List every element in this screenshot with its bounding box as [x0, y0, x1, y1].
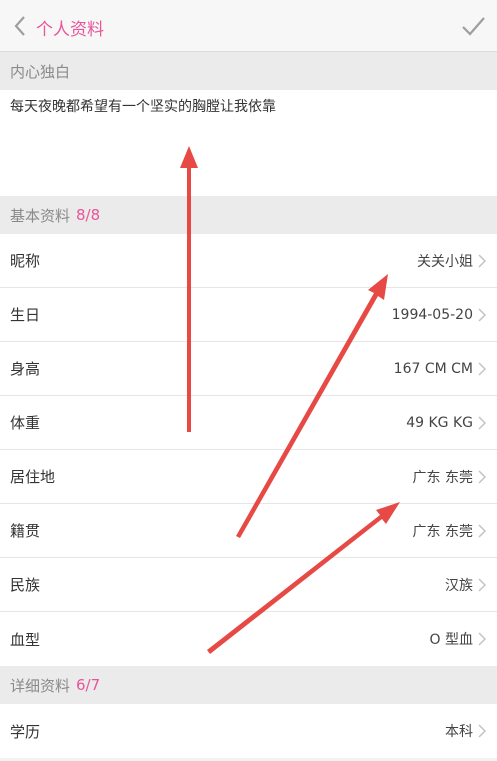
section-count: 8/8	[76, 206, 101, 224]
row-value: 49 KG KG	[406, 414, 473, 431]
row-hometown[interactable]: 籍贯 广东 东莞	[0, 504, 497, 558]
row-label: 生日	[10, 306, 41, 324]
chevron-right-icon	[478, 415, 487, 430]
intro-text-field[interactable]: 每天夜晚都希望有一个坚实的胸膛让我依靠	[0, 90, 497, 196]
row-value: 广东 东莞	[412, 523, 473, 540]
basic-info-list: 昵称 关关小姐 生日 1994-05-20 身高 167 CM CM 体重 49…	[0, 234, 497, 666]
chevron-right-icon	[478, 253, 487, 268]
row-value: O 型血	[429, 632, 473, 648]
row-label: 血型	[10, 630, 41, 649]
row-label: 体重	[10, 414, 41, 432]
row-birthday[interactable]: 生日 1994-05-20	[0, 288, 497, 342]
checkmark-icon[interactable]	[459, 12, 487, 40]
row-height[interactable]: 身高 167 CM CM	[0, 342, 497, 396]
row-label: 居住地	[10, 468, 56, 486]
chevron-right-icon	[478, 307, 487, 322]
section-count: 6/7	[76, 676, 101, 694]
detail-info-list: 学历 本科	[0, 704, 497, 758]
row-blood-type[interactable]: 血型 O 型血	[0, 612, 497, 666]
chevron-left-icon	[14, 16, 25, 36]
back-button[interactable]	[8, 10, 32, 42]
top-bar: 个人资料	[0, 0, 497, 52]
chevron-right-icon	[478, 361, 487, 376]
row-label: 身高	[10, 360, 41, 378]
row-nickname[interactable]: 昵称 关关小姐	[0, 234, 497, 288]
section-title: 基本资料	[10, 206, 71, 225]
row-residence[interactable]: 居住地 广东 东莞	[0, 450, 497, 504]
section-header-detail: 详细资料 6/7	[0, 666, 497, 704]
chevron-right-icon	[478, 632, 487, 646]
row-value: 1994-05-20	[391, 306, 473, 323]
row-value: 167 CM CM	[393, 360, 473, 377]
row-label: 籍贯	[10, 522, 41, 540]
intro-text: 每天夜晚都希望有一个坚实的胸膛让我依靠	[10, 99, 276, 115]
row-ethnicity[interactable]: 民族 汉族	[0, 558, 497, 612]
section-title: 内心独白	[10, 62, 71, 81]
chevron-right-icon	[478, 724, 487, 738]
row-value: 汉族	[445, 577, 473, 594]
row-label: 学历	[10, 722, 41, 741]
row-label: 昵称	[10, 252, 41, 270]
row-value: 广东 东莞	[412, 469, 473, 486]
row-label: 民族	[10, 576, 41, 594]
chevron-right-icon	[478, 469, 487, 484]
row-weight[interactable]: 体重 49 KG KG	[0, 396, 497, 450]
section-title: 详细资料	[10, 676, 71, 695]
row-education[interactable]: 学历 本科	[0, 704, 497, 758]
row-value: 本科	[445, 724, 473, 740]
section-header-basic: 基本资料 8/8	[0, 196, 497, 234]
chevron-right-icon	[478, 523, 487, 538]
chevron-right-icon	[478, 577, 487, 592]
row-value: 关关小姐	[417, 253, 473, 270]
section-header-intro: 内心独白	[0, 52, 497, 90]
page-title: 个人资料	[36, 20, 104, 40]
